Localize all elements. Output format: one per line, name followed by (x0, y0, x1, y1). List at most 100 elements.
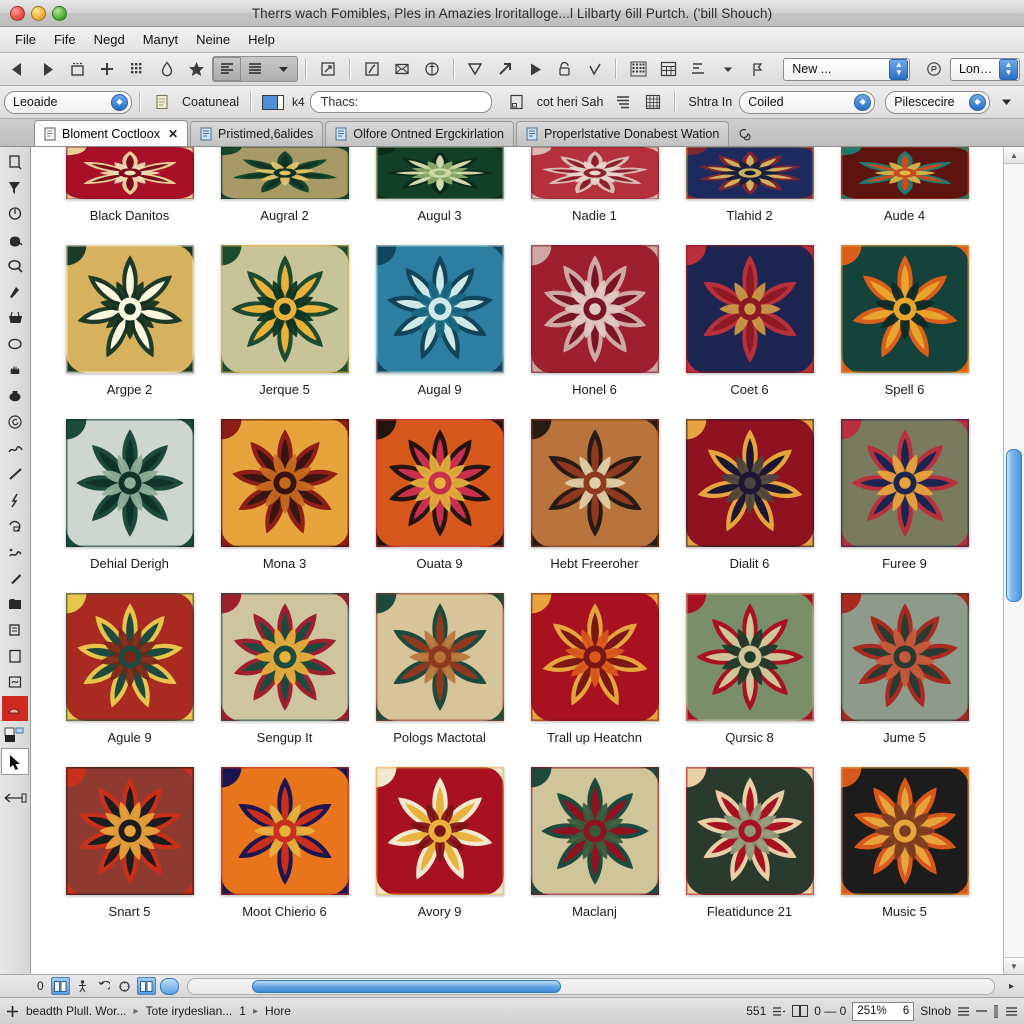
scribble-icon[interactable] (2, 436, 28, 461)
pattern-thumbnail[interactable] (65, 147, 194, 199)
table-grid-icon[interactable] (639, 89, 667, 115)
breadcrumb-item-3[interactable]: 1 (239, 1004, 246, 1018)
breadcrumb-item-1[interactable]: beadth Plull. Wor... (26, 1004, 127, 1018)
pattern-thumbnail[interactable] (530, 767, 659, 895)
pattern-cell[interactable]: Dialit 6 (677, 409, 822, 583)
pattern-thumbnail[interactable] (840, 767, 969, 895)
pattern-cell[interactable]: Dehial Derigh (57, 409, 202, 583)
pattern-thumbnail[interactable] (220, 767, 349, 895)
add-plus-icon[interactable] (93, 56, 121, 82)
pattern-thumbnail[interactable] (220, 245, 349, 373)
artboard-icon[interactable] (2, 150, 28, 175)
scroll-up-button[interactable]: ▲ (1004, 147, 1024, 164)
red-swatch[interactable] (2, 696, 28, 721)
play-triangle-icon[interactable] (521, 56, 549, 82)
pattern-cell[interactable]: Tlahid 2 (677, 147, 822, 235)
chevron-down-icon[interactable]: ◆ (854, 93, 872, 111)
pen-tablet-icon[interactable] (358, 56, 386, 82)
tab-olfore-ontned-ergckirlation[interactable]: Olfore Ontned Ergckirlation (325, 121, 514, 146)
align-justify-icon[interactable] (241, 57, 269, 81)
pattern-thumbnail[interactable] (220, 147, 349, 199)
page-corner-icon[interactable] (503, 89, 531, 115)
print-icon[interactable] (2, 618, 28, 643)
color-swatch-icon[interactable] (259, 89, 287, 115)
filter-triangle-icon[interactable] (462, 56, 490, 82)
spiral-icon[interactable] (731, 122, 757, 146)
pattern-cell[interactable]: Moot Chierio 6 (212, 757, 357, 931)
pattern-thumbnail[interactable] (685, 767, 814, 895)
arrow-up-right-icon[interactable] (491, 56, 519, 82)
checkmark-icon[interactable] (581, 56, 609, 82)
magnifier-icon[interactable] (2, 254, 28, 279)
horizontal-scroll-thumb[interactable] (252, 979, 561, 993)
vertical-scroll-thumb[interactable] (1006, 449, 1022, 603)
basket-icon[interactable] (2, 306, 28, 331)
folder-stack-icon[interactable] (2, 592, 28, 617)
pattern-thumbnail[interactable] (685, 245, 814, 373)
symbols-icon[interactable] (2, 670, 28, 695)
pattern-thumbnail[interactable] (65, 419, 194, 547)
undo-icon[interactable] (95, 978, 112, 994)
menu-file[interactable]: File (6, 30, 45, 49)
pilescedre-dropdown[interactable]: Pilescecire ◆ (885, 90, 990, 114)
leoaide-dropdown[interactable]: Leoaide ◆ (4, 90, 132, 114)
pattern-cell[interactable]: Jerque 5 (212, 235, 357, 409)
pattern-thumbnail[interactable] (65, 593, 194, 721)
mesh-icon[interactable] (2, 540, 28, 565)
unlock-icon[interactable] (551, 56, 579, 82)
pattern-cell[interactable]: Avory 9 (367, 757, 512, 931)
pattern-cell[interactable]: Augul 3 (367, 147, 512, 235)
pattern-thumbnail[interactable] (65, 245, 194, 373)
rotate-icon[interactable] (2, 202, 28, 227)
pattern-thumbnail[interactable] (840, 245, 969, 373)
selection-arrow-icon[interactable] (1, 748, 29, 775)
pattern-thumbnail[interactable] (840, 147, 969, 199)
horizontal-scroll-track[interactable] (186, 977, 995, 995)
book-icon[interactable] (792, 1005, 809, 1017)
menu-fife[interactable]: Fife (45, 30, 85, 49)
breadcrumb-item-4[interactable]: Hore (265, 1004, 291, 1018)
pattern-cell[interactable]: Augral 2 (212, 147, 357, 235)
pattern-cell[interactable]: Coet 6 (677, 235, 822, 409)
flame-icon[interactable] (2, 566, 28, 591)
pattern-cell[interactable]: Agule 9 (57, 583, 202, 757)
pattern-cell[interactable]: Snart 5 (57, 757, 202, 931)
scroll-right-button[interactable]: ▸ (1003, 978, 1020, 994)
pattern-gallery[interactable]: Black Danitos Augral 2 Augul 3 Nadie 1 T… (31, 147, 1003, 974)
crop-icon[interactable] (2, 514, 28, 539)
tab-properlstative-donabest-wation[interactable]: Properlstative Donabest Wation (515, 121, 730, 146)
baseline-icon[interactable] (684, 56, 712, 82)
pattern-cell[interactable]: Trall up Heatchn (522, 583, 667, 757)
list-icon[interactable] (957, 1006, 970, 1017)
pattern-thumbnail[interactable] (685, 419, 814, 547)
pixel-grid-icon[interactable] (624, 56, 652, 82)
spreadsheet-icon[interactable] (654, 56, 682, 82)
document-small-icon[interactable] (148, 89, 176, 115)
star-icon[interactable] (183, 56, 211, 82)
chevron-down-icon[interactable] (714, 56, 742, 82)
coiled-dropdown[interactable]: Coiled ◆ (739, 90, 876, 114)
person-icon[interactable] (74, 978, 91, 994)
pattern-cell[interactable]: Music 5 (832, 757, 977, 931)
hand-icon[interactable] (2, 358, 28, 383)
pattern-thumbnail[interactable] (685, 593, 814, 721)
tab-bloment-coctloox[interactable]: Bloment Coctloox ✕ (34, 120, 189, 146)
page-icon[interactable] (2, 644, 28, 669)
menu-help[interactable]: Help (239, 30, 284, 49)
minus-icon[interactable] (976, 1009, 987, 1013)
scroll-down-button[interactable]: ▼ (1004, 957, 1024, 974)
pattern-cell[interactable]: Hebt Freeroher (522, 409, 667, 583)
envelope-icon[interactable] (388, 56, 416, 82)
menu-manyt[interactable]: Manyt (134, 30, 187, 49)
toolbar-overflow-chevron-down-icon[interactable] (992, 89, 1020, 115)
flag-icon[interactable] (744, 56, 772, 82)
chevron-down-icon[interactable] (269, 57, 297, 81)
pattern-cell[interactable]: Qursic 8 (677, 583, 822, 757)
pattern-cell[interactable]: Maclanj (522, 757, 667, 931)
brush-icon[interactable] (2, 280, 28, 305)
layout-icon[interactable] (772, 1006, 786, 1017)
lines-indent-icon[interactable] (609, 89, 637, 115)
vertical-scrollbar[interactable]: ▲ ▼ (1003, 147, 1024, 974)
alignment-button-group[interactable] (212, 56, 299, 82)
page-view-icon[interactable] (50, 977, 70, 995)
